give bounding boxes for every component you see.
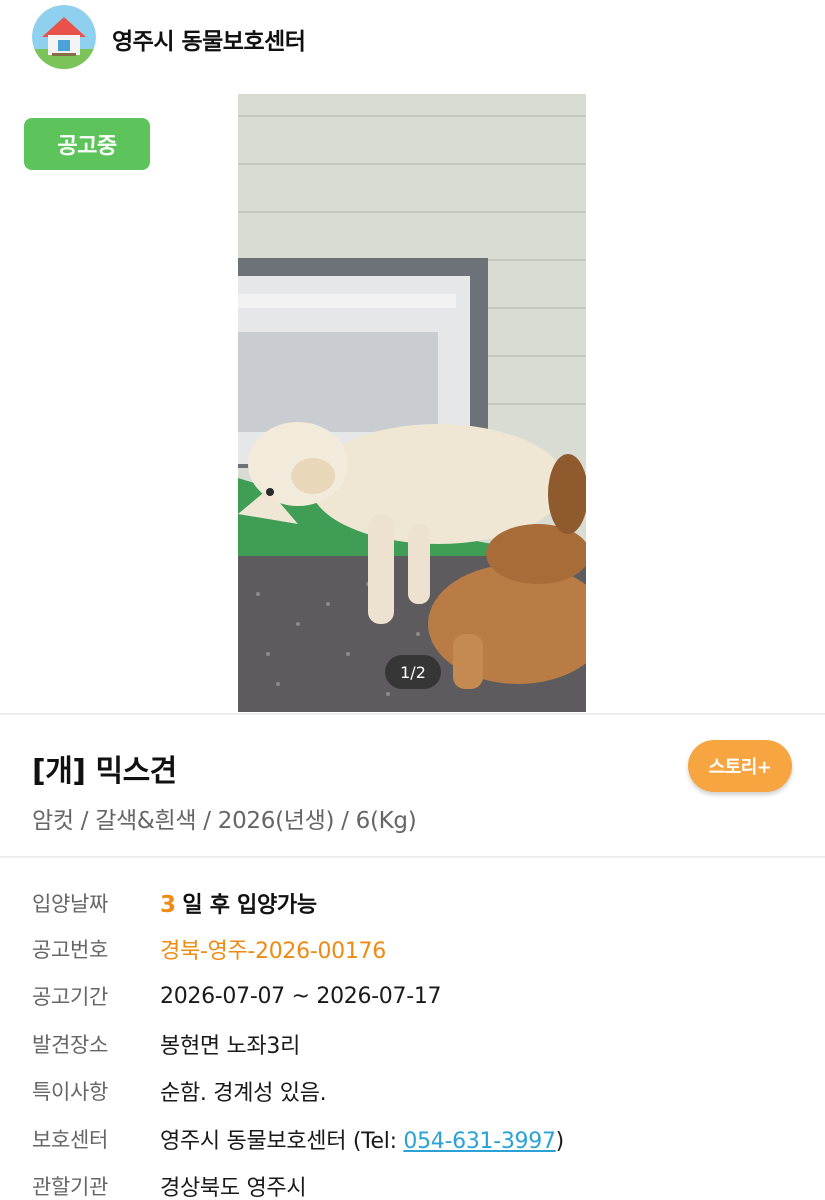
animal-summary: 암컷 / 갈색&흰색 / 2026(년생) / 6(Kg) xyxy=(32,808,417,834)
info-label: 입양날짜 xyxy=(32,892,109,916)
found-place: 봉현면 노좌3리 xyxy=(160,1034,301,1059)
animal-title: [개] 믹스견 xyxy=(32,754,177,789)
divider xyxy=(0,713,825,715)
house-icon[interactable] xyxy=(32,5,96,69)
info-label: 공고기간 xyxy=(32,985,109,1009)
center-info: 영주시 동물보호센터 (Tel: 054-631-3997) xyxy=(160,1123,564,1155)
status-badge: 공고중 xyxy=(24,118,150,170)
info-row-notice-no: 공고번호 경북-영주-2026-00176 xyxy=(32,932,386,966)
info-label: 공고번호 xyxy=(32,938,109,962)
divider xyxy=(0,856,825,858)
info-row-period: 공고기간 2026-07-07 ~ 2026-07-17 xyxy=(32,979,442,1013)
info-row-found-place: 발견장소 봉현면 노좌3리 xyxy=(32,1027,300,1061)
info-row-authority: 관할기관 경상북도 영주시 xyxy=(32,1169,307,1200)
info-label: 보호센터 xyxy=(32,1128,109,1152)
info-label: 특이사항 xyxy=(32,1080,109,1104)
animal-photo[interactable] xyxy=(238,94,586,712)
info-label: 발견장소 xyxy=(32,1033,109,1057)
story-button[interactable]: 스토리+ xyxy=(688,740,792,792)
header: 영주시 동물보호센터 xyxy=(0,0,825,80)
notice-number: 경북-영주-2026-00176 xyxy=(160,939,386,964)
info-row-center: 보호센터 영주시 동물보호센터 (Tel: 054-631-3997) xyxy=(32,1122,564,1156)
tel-link[interactable]: 054-631-3997 xyxy=(403,1129,556,1154)
notice-period: 2026-07-07 ~ 2026-07-17 xyxy=(160,983,442,1009)
photo-counter: 1/2 xyxy=(385,655,441,689)
authority: 경상북도 영주시 xyxy=(160,1176,307,1200)
special-notes: 순함. 경계성 있음. xyxy=(160,1081,327,1106)
center-suffix: ) xyxy=(555,1129,565,1154)
adoption-days: 3 xyxy=(160,892,176,918)
info-row-adoption: 입양날짜 3 일 후 입양가능 xyxy=(32,886,317,920)
info-value: 3 일 후 입양가능 xyxy=(160,887,317,919)
info-row-special: 특이사항 순함. 경계성 있음. xyxy=(32,1074,327,1108)
shelter-name: 영주시 동물보호센터 xyxy=(112,29,306,55)
center-name: 영주시 동물보호센터 (Tel: xyxy=(160,1129,404,1154)
info-label: 관할기관 xyxy=(32,1175,109,1199)
adoption-text: 일 후 입양가능 xyxy=(182,893,317,918)
